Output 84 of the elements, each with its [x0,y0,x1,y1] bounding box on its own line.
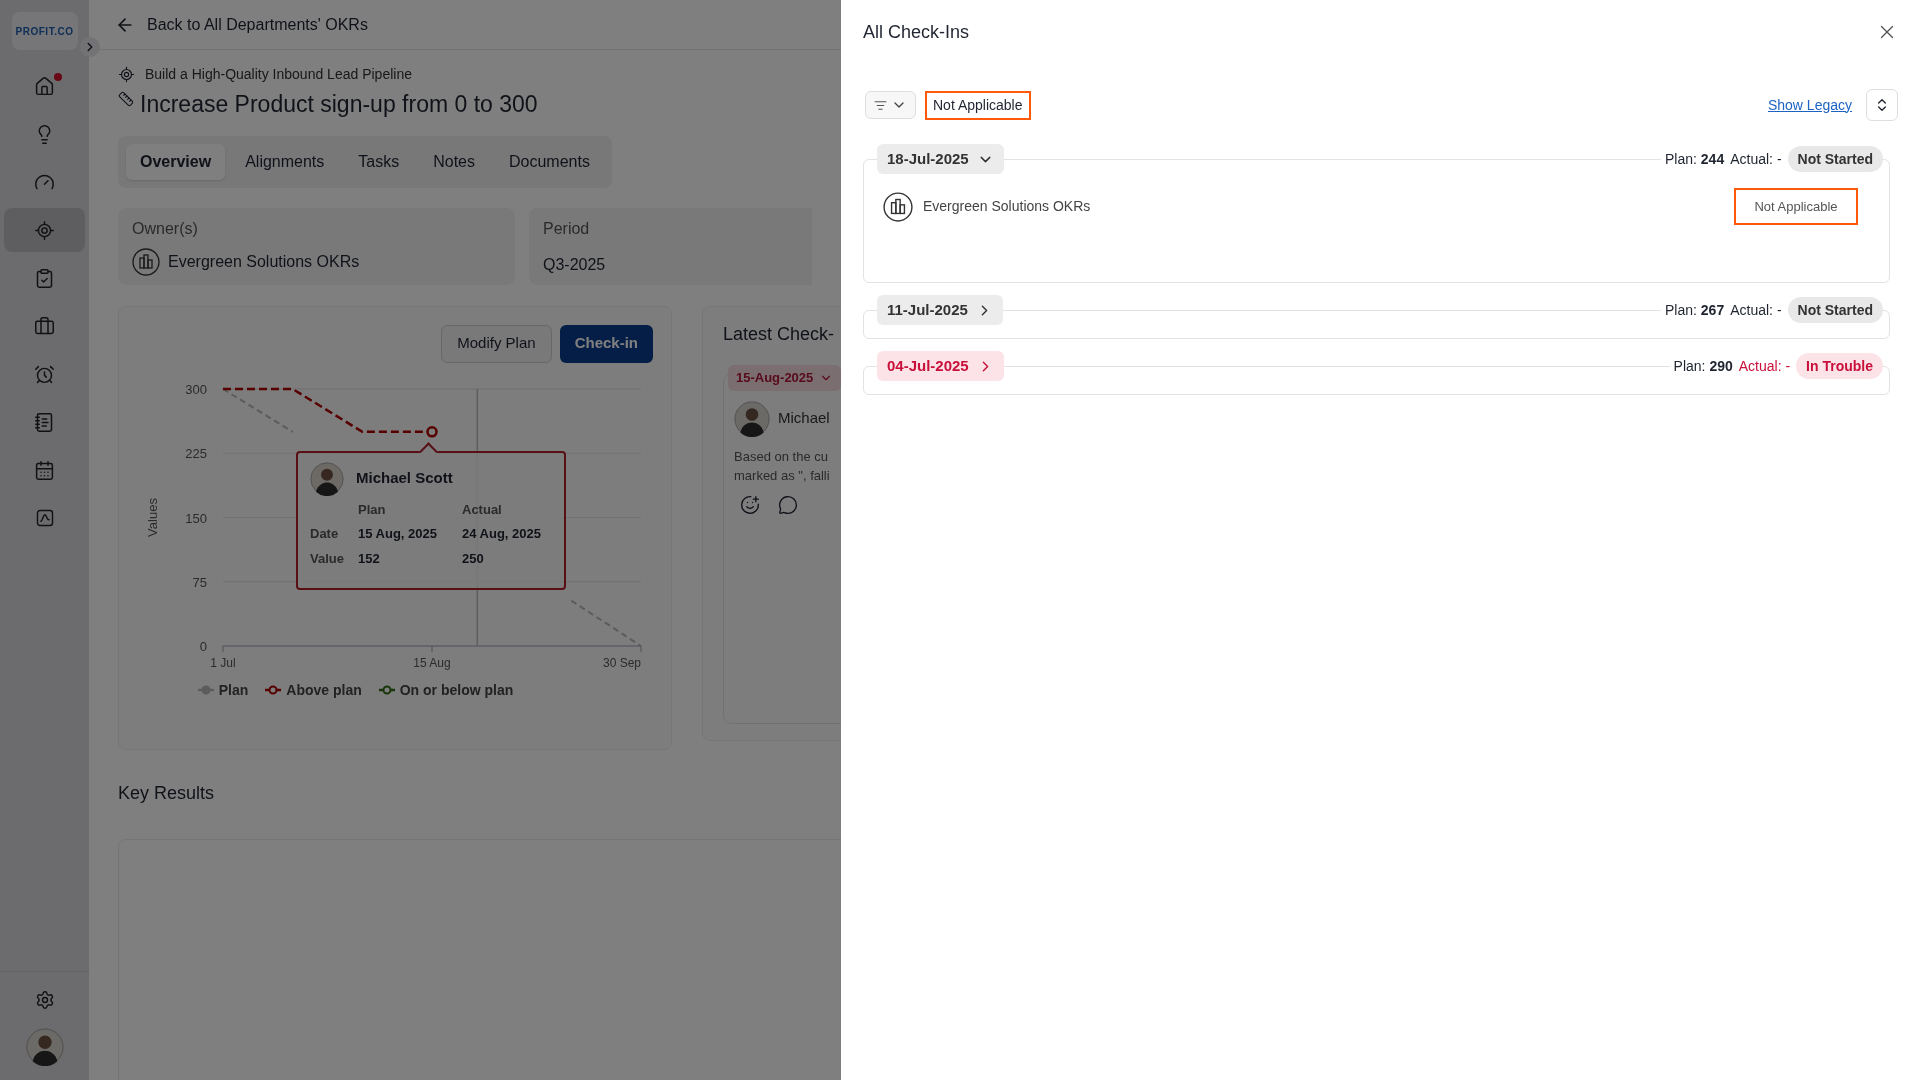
home-icon [34,75,55,97]
plan-value: 152 [358,549,381,568]
y-tick-label: 300 [185,381,207,397]
buildings-icon [883,191,913,222]
user-name: Michael [778,408,830,429]
y-tick-label: 75 [192,574,207,590]
expand-sidebar-button[interactable] [80,37,100,57]
user-avatar [25,1028,64,1066]
key-result-title: Increase Product sign-up from 0 to 300 [140,90,538,119]
period-value: Q3-2025 [543,254,607,275]
buildings-icon [132,247,160,276]
y-tick-label: 225 [185,445,207,461]
check-in-status: Not Applicable [1734,188,1858,225]
logo[interactable]: PROFIT.CO [11,12,78,50]
y-axis-title: Values [145,497,160,537]
target-icon [34,219,55,241]
check-in-button[interactable]: Check-in [559,324,653,363]
filter-dropdown[interactable] [865,91,916,119]
tab[interactable]: Documents [495,143,604,180]
notepad-icon [34,411,55,433]
tooltip-user-name: Michael Scott [356,468,453,489]
actual-value: Actual: - [1730,149,1782,169]
filter-icon [874,98,887,112]
status-badge: In Trouble [1796,353,1883,379]
y-tick-label: 0 [199,638,207,654]
actual-value: Actual: - [1738,356,1791,376]
ruler-icon [118,91,134,108]
x-tick-label: 15 Aug [413,655,451,670]
row-label: Date [310,525,340,543]
x-tick-label: 30 Sep [602,655,641,670]
target-icon [118,66,135,83]
briefcase-icon [34,315,55,337]
actual-value: Actual: - [1730,300,1782,320]
comment-icon[interactable] [778,494,798,515]
nav-item[interactable] [4,208,85,252]
tab[interactable]: Notes [419,143,489,180]
check-in-date[interactable]: 18-Jul-2025 [877,144,1004,174]
back-link[interactable]: Back to All Departments' OKRs [147,12,368,37]
x-tick-label: 1 Jul [210,655,236,670]
check-in-note: marked as ", falli [734,466,831,485]
column-header: Actual [462,500,503,519]
y-tick-label: 150 [185,510,207,525]
actual-value: 250 [462,549,485,568]
actual-value: 24 Aug, 2025 [462,525,542,543]
data-point[interactable] [426,425,438,438]
user-avatar [734,400,770,437]
owner-name: Evergreen Solutions OKRs [923,197,1091,216]
calendar-icon [34,459,55,481]
plan-value: Plan: 267 [1665,300,1725,320]
user-avatar [310,461,344,496]
plan-value: 15 Aug, 2025 [358,525,438,543]
column-header: Plan [358,500,387,519]
tab[interactable]: Overview [126,143,226,180]
owner-name: Evergreen Solutions OKRs [168,251,360,272]
modify-plan-button[interactable]: Modify Plan [441,324,552,363]
clipboard-check-icon [34,267,55,289]
add-reaction-icon[interactable] [740,494,760,515]
legend-label: On or below plan [399,680,514,700]
stopwatch-icon [34,363,55,385]
legend-label: Plan [218,680,249,700]
check-in-note: Based on the cu [734,447,829,466]
filter-chip[interactable]: Not Applicable [925,90,1031,120]
line-chart-icon [34,508,55,528]
check-in-date[interactable]: 04-Jul-2025 [877,351,1004,381]
panel-title: All Check-Ins [863,20,970,44]
status-badge: Not Started [1787,146,1883,172]
show-legacy-link[interactable]: Show Legacy [1767,94,1852,116]
parent-objective: Build a High-Quality Inbound Lead Pipeline [145,65,412,84]
check-in-date[interactable]: 15-Aug-2025 [728,364,841,391]
tab[interactable]: Alignments [231,143,339,180]
tab[interactable]: Tasks [344,143,414,180]
expand-collapse-button[interactable] [1866,89,1898,121]
row-label: Value [310,549,345,568]
plan-value: Plan: 290 [1673,356,1733,376]
plan-value: Plan: 244 [1665,149,1725,169]
legend-label: Above plan [286,680,362,700]
check-in-date[interactable]: 11-Jul-2025 [877,295,1003,325]
settings-icon[interactable] [34,990,55,1010]
section-title: Key Results [118,781,216,805]
owner-label: Owner(s) [132,218,199,239]
status-badge: Not Started [1787,297,1883,323]
modal-backdrop[interactable] [0,0,841,1080]
card-title: Latest Check- [723,322,836,346]
period-label: Period [543,218,591,239]
